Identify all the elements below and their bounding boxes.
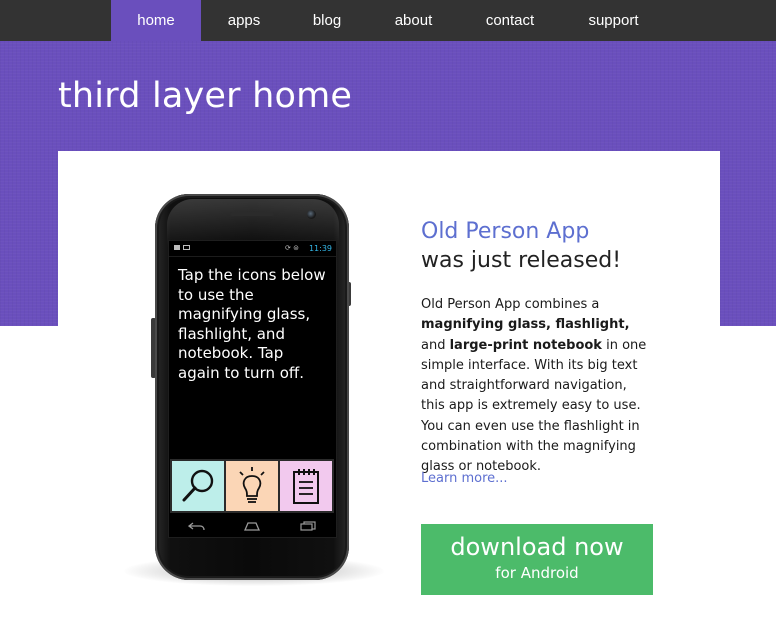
app-name-heading: Old Person App bbox=[421, 219, 590, 244]
page-title: third layer home bbox=[58, 76, 353, 116]
release-heading: was just released! bbox=[421, 248, 622, 273]
nav-item-blog[interactable]: blog bbox=[287, 0, 367, 41]
status-time: 11:39 bbox=[308, 244, 332, 253]
notification-icon bbox=[174, 245, 180, 250]
magnifier-button[interactable] bbox=[172, 461, 224, 511]
desc-part-2: and bbox=[421, 337, 450, 353]
home-icon[interactable] bbox=[243, 521, 261, 531]
app-button-row bbox=[170, 459, 334, 513]
nav-item-about[interactable]: about bbox=[367, 0, 460, 41]
app-description: Old Person App combines a magnifying gla… bbox=[421, 295, 653, 478]
flashlight-button[interactable] bbox=[226, 461, 278, 511]
desc-bold-2: large-print notebook bbox=[449, 337, 602, 353]
status-bar: ⟳ ⊜ 11:39 bbox=[169, 241, 336, 257]
desc-bold-1: magnifying glass, flashlight, bbox=[421, 317, 630, 333]
phone-speaker bbox=[230, 212, 274, 216]
download-button-sublabel: for Android bbox=[495, 564, 579, 582]
learn-more-link[interactable]: Learn more... bbox=[421, 471, 508, 486]
nav-item-home[interactable]: home bbox=[111, 0, 201, 41]
email-icon bbox=[183, 245, 190, 250]
recent-apps-icon[interactable] bbox=[299, 521, 317, 531]
nav-list: home apps blog about contact support bbox=[111, 0, 667, 41]
download-button-label: download now bbox=[450, 533, 624, 561]
download-button[interactable]: download now for Android bbox=[421, 524, 653, 595]
phone-screen: ⟳ ⊜ 11:39 Tap the icons below to use the… bbox=[168, 240, 337, 538]
nav-item-apps[interactable]: apps bbox=[201, 0, 287, 41]
phone-camera bbox=[307, 210, 316, 219]
top-nav: home apps blog about contact support bbox=[0, 0, 776, 41]
notebook-icon bbox=[293, 469, 319, 504]
lightbulb-icon bbox=[239, 467, 265, 503]
back-icon[interactable] bbox=[187, 521, 206, 531]
desc-part-3: in one simple interface. With its big te… bbox=[421, 337, 647, 475]
magnifying-glass-icon bbox=[182, 469, 214, 502]
status-icons: ⟳ ⊜ bbox=[285, 244, 299, 252]
phone-screen-text: Tap the icons below to use the magnifyin… bbox=[178, 266, 326, 382]
nav-item-contact[interactable]: contact bbox=[460, 0, 560, 41]
android-nav-keys bbox=[169, 515, 336, 537]
nav-item-support[interactable]: support bbox=[560, 0, 667, 41]
desc-part-1: Old Person App combines a bbox=[421, 297, 600, 312]
notebook-button[interactable] bbox=[280, 461, 332, 511]
